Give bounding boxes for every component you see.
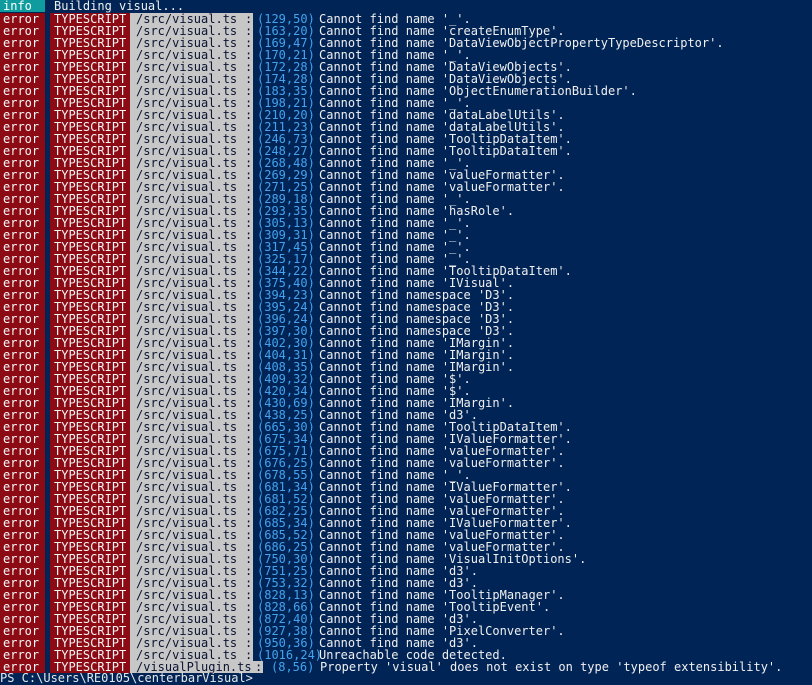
error-message: Property 'visual' does not exist on type… [320,660,783,674]
shell-prompt[interactable]: PS C:\Users\RE0105\centerbarVisual> [0,672,253,684]
path-separator: : [253,660,263,674]
info-line: info Building visual... [0,0,184,12]
error-location: (8,56) [271,660,315,674]
terminal-window[interactable]: info Building visual... error TYPESCRIPT /… [0,0,812,684]
info-tag: info [0,0,45,12]
info-message: Building visual... [54,0,185,13]
